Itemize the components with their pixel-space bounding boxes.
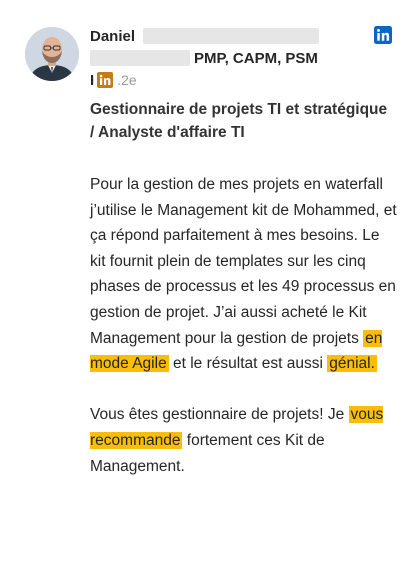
author-certifications-line: PMP, CAPM, PSM bbox=[90, 48, 318, 68]
avatar[interactable] bbox=[25, 27, 79, 81]
testimonial-body: Pour la gestion de mes projets en waterf… bbox=[90, 172, 398, 479]
testimonial-text: et le résultat est aussi bbox=[168, 355, 328, 373]
redacted-name-continued bbox=[90, 50, 190, 66]
author-headline: Gestionnaire de projets TI et stratégiqu… bbox=[90, 101, 388, 141]
testimonial-text: Vous êtes gestionnaire de projets! Je bbox=[90, 406, 349, 424]
highlighted-text: génial. bbox=[327, 355, 377, 373]
linkedin-icon bbox=[97, 72, 114, 88]
testimonial-text: Pour la gestion de mes projets en waterf… bbox=[90, 176, 397, 347]
author-name-line: Daniel bbox=[90, 26, 320, 46]
connection-degree: .2e bbox=[117, 72, 137, 88]
redacted-name bbox=[143, 28, 320, 44]
author-name-separator: I bbox=[90, 71, 95, 89]
testimonial-paragraph: Vous êtes gestionnaire de projets! Je vo… bbox=[90, 402, 398, 479]
testimonial-card: Daniel PMP, CAPM, PSM I .2e Gestionnaire… bbox=[0, 0, 416, 571]
author-first-name[interactable]: Daniel bbox=[90, 28, 135, 45]
author-connection-line: I .2e bbox=[90, 70, 137, 90]
testimonial-paragraph: Pour la gestion de mes projets en waterf… bbox=[90, 172, 398, 377]
author-certifications: PMP, CAPM, PSM bbox=[194, 49, 318, 67]
linkedin-icon[interactable] bbox=[374, 26, 392, 44]
